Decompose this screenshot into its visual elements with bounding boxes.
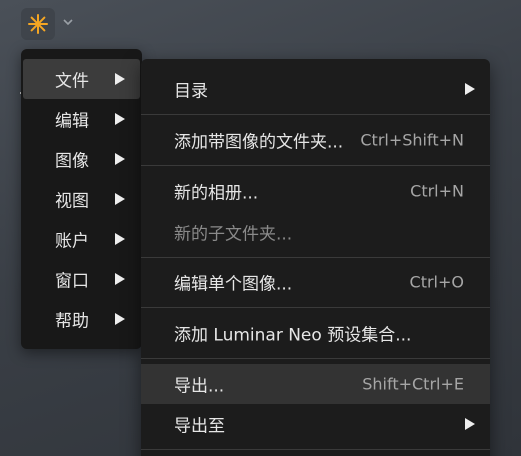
submenu-arrow-icon — [115, 73, 125, 85]
menu-separator — [141, 114, 490, 115]
shortcut-label: Ctrl+O — [409, 272, 464, 292]
menu-separator — [141, 449, 490, 450]
submenu-item-new-album[interactable]: 新的相册... Ctrl+N — [141, 171, 490, 211]
submenu-item-label: 编辑单个图像... — [174, 274, 293, 295]
shortcut-label: Shift+Ctrl+E — [362, 374, 464, 394]
submenu-item-label: 导出... — [174, 376, 225, 397]
submenu-arrow-icon — [465, 83, 475, 95]
submenu-item-new-subfolder: 新的子文件夹... — [141, 212, 490, 252]
menu-separator — [141, 358, 490, 359]
menu-item-label: 账户 — [55, 231, 89, 252]
submenu-arrow-icon — [115, 313, 125, 325]
submenu-item-label: 添加带图像的文件夹... — [174, 132, 344, 153]
shortcut-label: Ctrl+Shift+N — [360, 130, 464, 150]
menu-separator — [141, 307, 490, 308]
menu-separator — [141, 257, 490, 258]
submenu-arrow-icon — [115, 193, 125, 205]
menu-item-label: 窗口 — [55, 271, 89, 292]
submenu-item-add-folder[interactable]: 添加带图像的文件夹... Ctrl+Shift+N — [141, 120, 490, 160]
menu-item-file[interactable]: 文件 — [23, 59, 140, 99]
file-submenu: 目录 添加带图像的文件夹... Ctrl+Shift+N 新的相册... Ctr… — [141, 59, 490, 456]
menu-item-account[interactable]: 账户 — [23, 219, 140, 259]
menu-item-window[interactable]: 窗口 — [23, 259, 140, 299]
menu-item-help[interactable]: 帮助 — [23, 299, 140, 339]
main-menu: 文件 编辑 图像 视图 账户 窗口 帮助 — [21, 49, 142, 349]
submenu-arrow-icon — [115, 273, 125, 285]
submenu-arrow-icon — [115, 153, 125, 165]
submenu-arrow-icon — [115, 233, 125, 245]
luminar-sunburst-icon — [28, 14, 48, 34]
submenu-item-add-preset-collection[interactable]: 添加 Luminar Neo 预设集合... — [141, 313, 490, 353]
submenu-arrow-icon — [115, 113, 125, 125]
menu-item-label: 编辑 — [55, 111, 89, 132]
submenu-item-edit-single-image[interactable]: 编辑单个图像... Ctrl+O — [141, 262, 490, 302]
submenu-item-label: 新的子文件夹... — [174, 224, 293, 245]
menu-item-edit[interactable]: 编辑 — [23, 99, 140, 139]
menu-item-image[interactable]: 图像 — [23, 139, 140, 179]
menu-item-label: 文件 — [55, 71, 89, 92]
chevron-down-icon[interactable] — [61, 15, 75, 29]
menu-item-view[interactable]: 视图 — [23, 179, 140, 219]
submenu-item-label: 导出至 — [174, 416, 225, 437]
submenu-item-export-to[interactable]: 导出至 — [141, 404, 490, 444]
submenu-arrow-icon — [465, 418, 475, 430]
submenu-item-export[interactable]: 导出... Shift+Ctrl+E — [141, 364, 490, 404]
app-menu-button[interactable] — [21, 8, 55, 40]
menu-separator — [141, 165, 490, 166]
submenu-item-label: 新的相册... — [174, 183, 259, 204]
shortcut-label: Ctrl+N — [410, 181, 464, 201]
submenu-item-catalog[interactable]: 目录 — [141, 69, 490, 109]
submenu-item-label: 目录 — [174, 81, 208, 102]
menu-item-label: 帮助 — [55, 311, 89, 332]
menu-item-label: 图像 — [55, 151, 89, 172]
submenu-item-label: 添加 Luminar Neo 预设集合... — [174, 325, 412, 346]
menu-item-label: 视图 — [55, 191, 89, 212]
